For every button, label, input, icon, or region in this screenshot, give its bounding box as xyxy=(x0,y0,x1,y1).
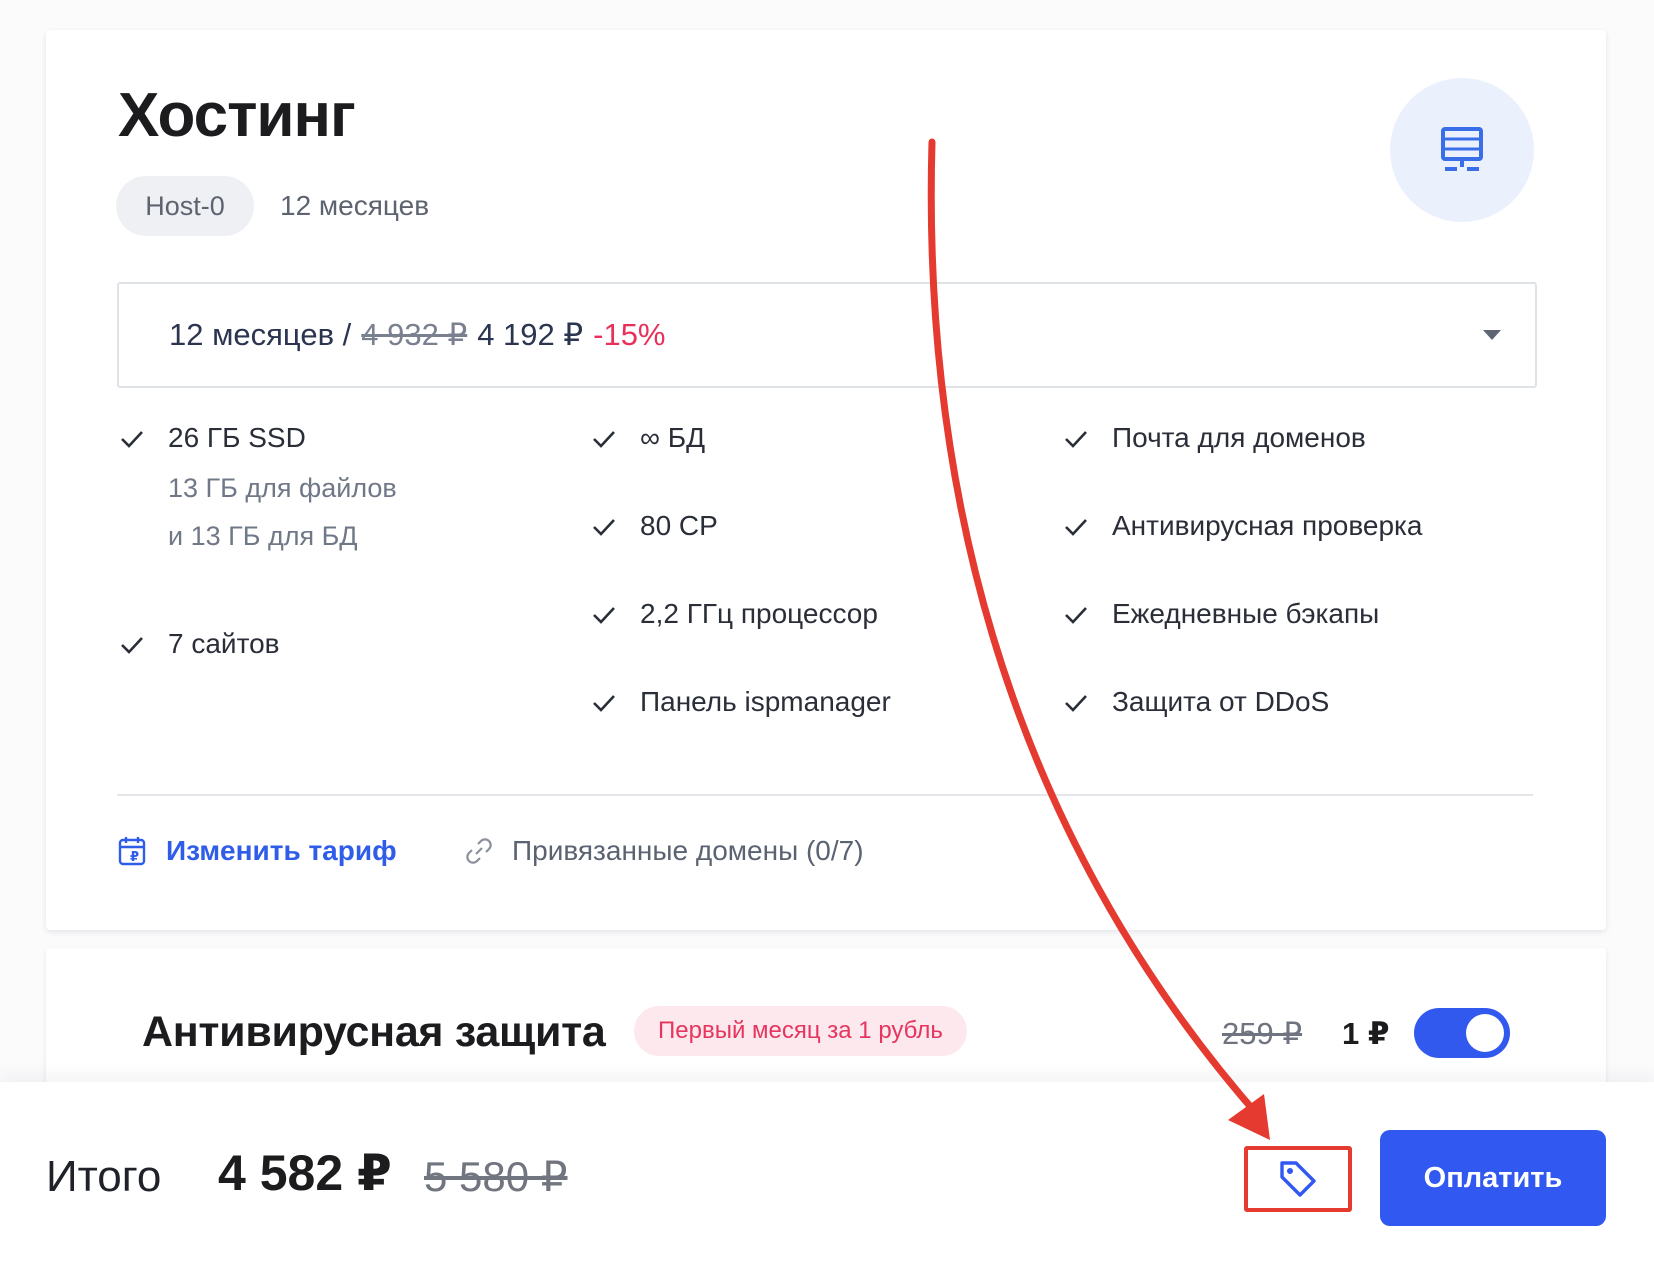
select-old-price: 4 932 ₽ xyxy=(361,317,468,352)
check-icon xyxy=(593,607,615,624)
total-value: 4 582 ₽ xyxy=(218,1145,392,1201)
check-icon xyxy=(593,695,615,712)
feature-label: ∞ БД xyxy=(640,422,706,453)
feature-item: Антивирусная проверка xyxy=(1062,510,1423,542)
calendar-icon: ₽ xyxy=(118,834,152,868)
tag-icon xyxy=(1280,1161,1316,1197)
feature-label: Почта для доменов xyxy=(1112,422,1366,453)
feature-item: 7 сайтов xyxy=(118,628,280,660)
feature-label: 26 ГБ SSD xyxy=(168,422,306,453)
antivirus-toggle[interactable] xyxy=(1414,1008,1510,1058)
feature-item: 26 ГБ SSD 13 ГБ для файлов и 13 ГБ для Б… xyxy=(118,422,397,560)
feature-label: 7 сайтов xyxy=(168,628,280,659)
promo-code-button[interactable] xyxy=(1244,1146,1352,1212)
total-label: Итого xyxy=(46,1152,162,1201)
check-icon xyxy=(1065,695,1087,712)
change-tariff-label: Изменить тариф xyxy=(166,835,397,866)
feature-item: Почта для доменов xyxy=(1062,422,1366,454)
check-icon xyxy=(593,431,615,448)
check-icon xyxy=(1065,519,1087,536)
select-discount: -15% xyxy=(593,317,666,352)
check-icon xyxy=(1065,607,1087,624)
hosting-card: Хостинг Host-0 12 месяцев 12 месяцев / 4… xyxy=(46,30,1606,930)
change-tariff-link[interactable]: ₽ Изменить тариф xyxy=(118,834,397,868)
pay-button[interactable]: Оплатить xyxy=(1380,1130,1606,1226)
plan-period: 12 месяцев xyxy=(280,190,430,221)
check-icon xyxy=(121,637,143,654)
feature-item: ∞ БД xyxy=(590,422,705,454)
feature-sub: и 13 ГБ для БД xyxy=(168,521,358,551)
total-old-price: 5 580 ₽ xyxy=(424,1153,568,1200)
feature-item: Панель ispmanager xyxy=(590,686,891,718)
feature-label: Панель ispmanager xyxy=(640,686,891,717)
feature-label: Ежедневные бэкапы xyxy=(1112,598,1380,629)
svg-text:₽: ₽ xyxy=(130,850,139,865)
select-period: 12 месяцев / xyxy=(169,317,352,352)
select-new-price: 4 192 ₽ xyxy=(477,317,584,352)
checkout-footer: Итого 4 582 ₽ 5 580 ₽ Оплатить xyxy=(0,1082,1654,1262)
feature-label: 2,2 ГГц процессор xyxy=(640,598,878,629)
linked-domains-label: Привязанные домены (0/7) xyxy=(512,835,864,866)
server-badge xyxy=(1390,78,1534,222)
divider xyxy=(117,794,1533,796)
linked-domains-link[interactable]: Привязанные домены (0/7) xyxy=(464,834,864,868)
card-title: Хостинг xyxy=(118,81,356,150)
feature-item: Ежедневные бэкапы xyxy=(1062,598,1379,630)
feature-label: 80 CP xyxy=(640,510,718,541)
feature-label: Защита от DDoS xyxy=(1112,686,1330,717)
check-icon xyxy=(121,431,143,448)
period-select[interactable]: 12 месяцев / 4 932 ₽ 4 192 ₽ -15% xyxy=(117,282,1537,388)
antivirus-title: Антивирусная защита xyxy=(142,1008,606,1056)
checkout-page: Хостинг Host-0 12 месяцев 12 месяцев / 4… xyxy=(0,0,1654,1262)
toggle-knob xyxy=(1466,1014,1504,1052)
check-icon xyxy=(1065,431,1087,448)
feature-item: 80 CP xyxy=(590,510,718,542)
link-icon xyxy=(464,834,498,868)
feature-sub: 13 ГБ для файлов xyxy=(168,473,397,503)
feature-item: 2,2 ГГц процессор xyxy=(590,598,878,630)
server-icon xyxy=(1441,127,1483,171)
antivirus-old-price: 259 ₽ xyxy=(1222,1016,1303,1051)
feature-label: Антивирусная проверка xyxy=(1112,510,1423,541)
feature-item: Защита от DDoS xyxy=(1062,686,1329,718)
antivirus-new-price: 1 ₽ xyxy=(1342,1016,1390,1051)
check-icon xyxy=(593,519,615,536)
chevron-down-icon xyxy=(1483,330,1501,340)
promo-badge: Первый месяц за 1 рубль xyxy=(634,1006,967,1056)
plan-badge: Host-0 xyxy=(116,176,254,236)
